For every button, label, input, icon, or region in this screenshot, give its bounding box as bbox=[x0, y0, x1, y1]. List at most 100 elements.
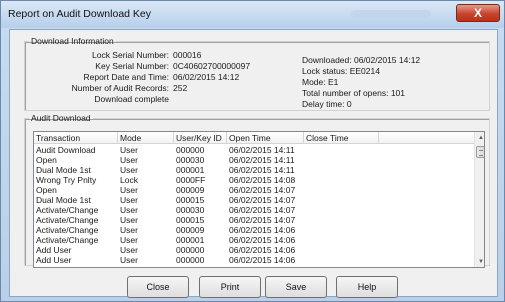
lock-serial-value: 000016 bbox=[173, 50, 202, 60]
table-row[interactable]: Activate/Change User 000009 06/02/2015 14:0… bbox=[34, 225, 474, 235]
scroll-thumb[interactable] bbox=[476, 146, 484, 158]
transaction-cell: Open bbox=[36, 155, 57, 165]
close-time-cell bbox=[304, 235, 379, 245]
audit-download-legend: Audit Download bbox=[31, 113, 91, 123]
audit-table-header: Transaction Mode User/Key ID Open Time C… bbox=[34, 132, 474, 144]
table-row[interactable]: Activate/Change User 000001 06/02/2015 14:0… bbox=[34, 235, 474, 245]
open-time-cell: 06/02/2015 14:07 bbox=[229, 205, 296, 215]
transaction-cell: Add User bbox=[36, 245, 72, 255]
user-key-id-cell: 000001 bbox=[176, 165, 205, 175]
save-button[interactable]: Save bbox=[265, 276, 327, 298]
table-row[interactable]: Dual Mode 1st User 000001 06/02/2015 14:11 bbox=[34, 165, 474, 175]
download-information-group: Download Information Lock Serial Number:… bbox=[24, 36, 490, 111]
table-row[interactable]: Wrong Try Pnlty Lock 0000FF 06/02/2015 14:0… bbox=[34, 175, 474, 185]
user-key-id-cell: 0000FF bbox=[176, 175, 206, 185]
close-time-cell bbox=[304, 215, 379, 225]
table-row[interactable]: Add User User 000000 06/02/2015 14:06 bbox=[34, 255, 474, 265]
transaction-cell: Wrong Try Pnlty bbox=[36, 175, 97, 185]
table-row[interactable]: Open User 000030 06/02/2015 14:11 bbox=[34, 155, 474, 165]
column-header-close-time[interactable]: Close Time bbox=[304, 132, 379, 144]
report-date-label: Report Date and Time: bbox=[83, 72, 169, 82]
open-time-cell: 06/02/2015 14:08 bbox=[229, 175, 296, 185]
help-button[interactable]: Help bbox=[336, 276, 398, 298]
transaction-cell: Audit Download bbox=[36, 145, 96, 155]
transaction-cell: Activate/Change bbox=[36, 205, 99, 215]
user-key-id-cell: 000000 bbox=[176, 245, 205, 255]
scroll-down-icon[interactable]: ▼ bbox=[477, 258, 484, 266]
audit-records-value: 252 bbox=[173, 83, 188, 93]
user-key-id-cell: 000000 bbox=[176, 145, 205, 155]
column-header-user-key-id[interactable]: User/Key ID bbox=[174, 132, 227, 144]
close-time-cell bbox=[304, 255, 379, 265]
open-time-cell: 06/02/2015 14:11 bbox=[229, 145, 295, 155]
delay-time-text: Delay time: 0 bbox=[302, 99, 352, 109]
audit-table-scrollbar[interactable]: ▲ ▼ bbox=[474, 132, 484, 267]
close-time-cell bbox=[304, 195, 379, 205]
mode-cell: User bbox=[120, 155, 138, 165]
mode-cell: User bbox=[120, 215, 138, 225]
table-row[interactable]: Open User 000009 06/02/2015 14:07 bbox=[34, 185, 474, 195]
open-time-cell: 06/02/2015 14:07 bbox=[229, 215, 296, 225]
mode-cell: User bbox=[120, 145, 138, 155]
lock-status-text: Lock status: EE0214 bbox=[302, 66, 380, 76]
close-time-cell bbox=[304, 185, 379, 195]
transaction-cell: Open bbox=[36, 185, 57, 195]
transaction-cell: Activate/Change bbox=[36, 215, 99, 225]
user-key-id-cell: 000015 bbox=[176, 215, 205, 225]
column-header-mode[interactable]: Mode bbox=[118, 132, 174, 144]
open-time-cell: 06/02/2015 14:07 bbox=[229, 185, 296, 195]
mode-cell: User bbox=[120, 205, 138, 215]
key-serial-label: Key Serial Number: bbox=[95, 61, 169, 71]
close-time-cell bbox=[304, 175, 379, 185]
open-time-cell: 06/02/2015 14:11 bbox=[229, 155, 295, 165]
column-header-open-time[interactable]: Open Time bbox=[227, 132, 304, 144]
table-row[interactable]: Add User User 000000 06/02/2015 14:06 bbox=[34, 245, 474, 255]
scroll-up-icon[interactable]: ▲ bbox=[477, 134, 484, 142]
download-information-legend: Download Information bbox=[31, 36, 114, 46]
mode-cell: Lock bbox=[120, 175, 138, 185]
mode-cell: User bbox=[120, 195, 138, 205]
mode-text: Mode: E1 bbox=[302, 77, 339, 87]
user-key-id-cell: 000030 bbox=[176, 155, 205, 165]
user-key-id-cell: 000009 bbox=[176, 225, 205, 235]
table-row[interactable]: Dual Mode 1st User 000015 06/02/2015 14:07 bbox=[34, 195, 474, 205]
mode-cell: User bbox=[120, 225, 138, 235]
mode-cell: User bbox=[120, 235, 138, 245]
user-key-id-cell: 000000 bbox=[176, 255, 205, 265]
mode-cell: User bbox=[120, 185, 138, 195]
user-key-id-cell: 000009 bbox=[176, 185, 205, 195]
title-bar[interactable]: Report on Audit Download Key X bbox=[1, 1, 504, 28]
transaction-cell: Dual Mode 1st bbox=[36, 165, 91, 175]
audit-download-group: Audit Download Transaction Mode User/Key… bbox=[24, 113, 490, 268]
close-time-cell bbox=[304, 155, 379, 165]
column-header-transaction[interactable]: Transaction bbox=[34, 132, 118, 144]
audit-records-label: Number of Audit Records: bbox=[71, 83, 169, 93]
user-key-id-cell: 000001 bbox=[176, 235, 205, 245]
transaction-cell: Activate/Change bbox=[36, 225, 99, 235]
open-time-cell: 06/02/2015 14:07 bbox=[229, 195, 296, 205]
close-time-cell bbox=[304, 205, 379, 215]
user-key-id-cell: 000030 bbox=[176, 205, 205, 215]
downloaded-text: Downloaded: 06/02/2015 14:12 bbox=[302, 55, 421, 65]
transaction-cell: Dual Mode 1st bbox=[36, 195, 91, 205]
audit-table[interactable]: Transaction Mode User/Key ID Open Time C… bbox=[33, 131, 485, 268]
open-time-cell: 06/02/2015 14:06 bbox=[229, 255, 296, 265]
download-status-label: Download complete bbox=[94, 94, 169, 104]
mode-cell: User bbox=[120, 165, 138, 175]
user-key-id-cell: 000015 bbox=[176, 195, 205, 205]
print-button[interactable]: Print bbox=[199, 276, 261, 298]
close-icon: X bbox=[473, 6, 482, 20]
open-time-cell: 06/02/2015 14:11 bbox=[229, 165, 295, 175]
table-row[interactable]: Audit Download User 000000 06/02/2015 14:11 bbox=[34, 145, 474, 155]
dialog-body: Download Information Lock Serial Number:… bbox=[9, 29, 498, 298]
open-time-cell: 06/02/2015 14:06 bbox=[229, 225, 296, 235]
window-title: Report on Audit Download Key bbox=[8, 8, 152, 20]
window-close-button[interactable]: X bbox=[456, 4, 500, 22]
close-button[interactable]: Close bbox=[127, 276, 189, 298]
transaction-cell: Activate/Change bbox=[36, 235, 99, 245]
open-time-cell: 06/02/2015 14:06 bbox=[229, 235, 296, 245]
table-row[interactable]: Activate/Change User 000030 06/02/2015 14:0… bbox=[34, 205, 474, 215]
close-time-cell bbox=[304, 225, 379, 235]
table-row[interactable]: Activate/Change User 000015 06/02/2015 14:0… bbox=[34, 215, 474, 225]
mode-cell: User bbox=[120, 255, 138, 265]
